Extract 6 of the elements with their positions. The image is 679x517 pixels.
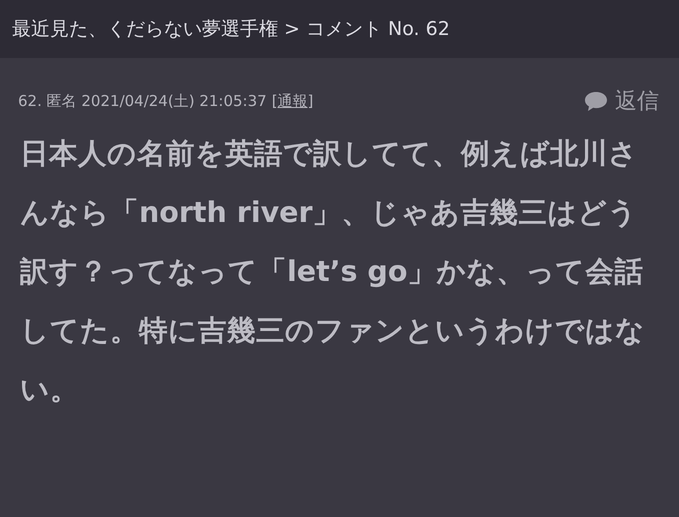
reply-button[interactable]: 返信 [583, 86, 659, 116]
report-link[interactable]: [通報] [272, 92, 314, 110]
comment-text: 日本人の名前を英語で訳してて、例えば北川さんなら「north river」、じゃあ吉幾三はどう訳す？ってなって「let’s go」かな、って会話してた。特に吉幾三のファンというわけではない。 [18, 136, 646, 408]
breadcrumb: 最近見た、くだらない夢選手権 > コメント No. 62 [12, 17, 450, 42]
comment-meta: 62. 匿名 2021/04/24(土) 21:05:37 [18, 92, 267, 110]
speech-bubble-icon [583, 90, 609, 112]
